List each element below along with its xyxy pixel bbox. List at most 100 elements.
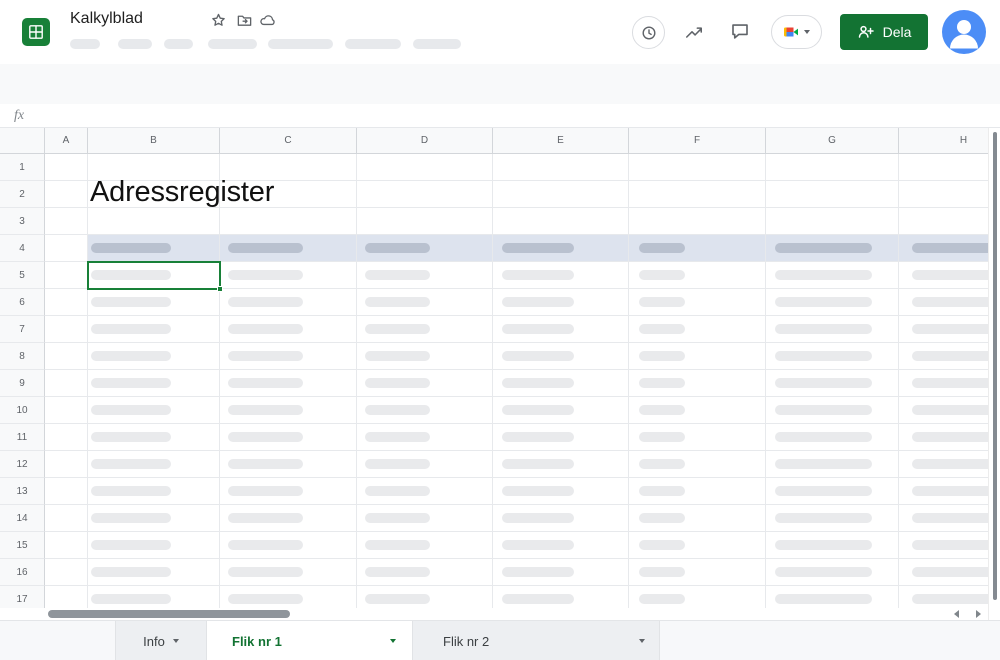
row-header-12[interactable]: 12 [0, 451, 45, 478]
cell-B7[interactable] [88, 316, 220, 343]
cell-B15[interactable] [88, 532, 220, 559]
cell-H3[interactable] [899, 208, 988, 235]
scroll-left-icon[interactable] [954, 610, 959, 618]
cell-B9[interactable] [88, 370, 220, 397]
sheets-logo-icon[interactable] [22, 18, 50, 46]
column-header-G[interactable]: G [766, 128, 899, 154]
vertical-scrollbar-thumb[interactable] [993, 132, 997, 600]
cell-F10[interactable] [629, 397, 766, 424]
cell-H1[interactable] [899, 154, 988, 181]
column-header-D[interactable]: D [357, 128, 493, 154]
cell-A16[interactable] [45, 559, 88, 586]
column-header-F[interactable]: F [629, 128, 766, 154]
cell-D8[interactable] [357, 343, 493, 370]
cell-C4[interactable] [220, 235, 357, 262]
share-button[interactable]: Dela [840, 14, 928, 50]
row-header-6[interactable]: 6 [0, 289, 45, 316]
select-all-corner[interactable] [0, 128, 45, 154]
cell-E13[interactable] [493, 478, 629, 505]
menu-item-placeholder[interactable] [164, 39, 193, 49]
row-header-5[interactable]: 5 [0, 262, 45, 289]
cell-D2[interactable] [357, 181, 493, 208]
menu-item-placeholder[interactable] [118, 39, 152, 49]
cell-A6[interactable] [45, 289, 88, 316]
menu-item-placeholder[interactable] [70, 39, 100, 49]
meet-dropdown-icon[interactable] [804, 30, 810, 34]
cell-C15[interactable] [220, 532, 357, 559]
cell-G16[interactable] [766, 559, 899, 586]
cell-E8[interactable] [493, 343, 629, 370]
cell-D6[interactable] [357, 289, 493, 316]
cell-E9[interactable] [493, 370, 629, 397]
cell-G2[interactable] [766, 181, 899, 208]
move-folder-icon[interactable] [236, 12, 253, 29]
cell-G7[interactable] [766, 316, 899, 343]
cell-D17[interactable] [357, 586, 493, 608]
cell-B4[interactable] [88, 235, 220, 262]
cell-D1[interactable] [357, 154, 493, 181]
cell-G9[interactable] [766, 370, 899, 397]
cell-D9[interactable] [357, 370, 493, 397]
column-header-A[interactable]: A [45, 128, 88, 154]
cell-H11[interactable] [899, 424, 988, 451]
cell-A9[interactable] [45, 370, 88, 397]
cell-G14[interactable] [766, 505, 899, 532]
column-header-E[interactable]: E [493, 128, 629, 154]
cell-G4[interactable] [766, 235, 899, 262]
cell-H7[interactable] [899, 316, 988, 343]
sheet-tab-info[interactable]: Info [115, 621, 207, 660]
row-header-2[interactable]: 2 [0, 181, 45, 208]
cell-A2[interactable] [45, 181, 88, 208]
cell-C9[interactable] [220, 370, 357, 397]
cell-F5[interactable] [629, 262, 766, 289]
cell-D10[interactable] [357, 397, 493, 424]
row-header-13[interactable]: 13 [0, 478, 45, 505]
cell-A1[interactable] [45, 154, 88, 181]
cell-H14[interactable] [899, 505, 988, 532]
row-header-9[interactable]: 9 [0, 370, 45, 397]
cell-D5[interactable] [357, 262, 493, 289]
cell-G8[interactable] [766, 343, 899, 370]
cell-C6[interactable] [220, 289, 357, 316]
cell-E1[interactable] [493, 154, 629, 181]
fill-handle[interactable] [217, 286, 223, 292]
cell-E11[interactable] [493, 424, 629, 451]
cell-A15[interactable] [45, 532, 88, 559]
tab-2-dropdown-icon[interactable] [639, 639, 645, 643]
cell-H4[interactable] [899, 235, 988, 262]
cell-C10[interactable] [220, 397, 357, 424]
cell-D7[interactable] [357, 316, 493, 343]
row-header-1[interactable]: 1 [0, 154, 45, 181]
version-history-icon[interactable] [632, 16, 665, 49]
cell-H17[interactable] [899, 586, 988, 608]
cell-B12[interactable] [88, 451, 220, 478]
cell-F6[interactable] [629, 289, 766, 316]
cell-D14[interactable] [357, 505, 493, 532]
cell-G11[interactable] [766, 424, 899, 451]
cell-C16[interactable] [220, 559, 357, 586]
cell-G1[interactable] [766, 154, 899, 181]
cell-G17[interactable] [766, 586, 899, 608]
cell-H13[interactable] [899, 478, 988, 505]
cell-C5[interactable] [220, 262, 357, 289]
cell-F8[interactable] [629, 343, 766, 370]
cell-E17[interactable] [493, 586, 629, 608]
menu-item-placeholder[interactable] [413, 39, 461, 49]
cell-F12[interactable] [629, 451, 766, 478]
cell-A13[interactable] [45, 478, 88, 505]
cell-G3[interactable] [766, 208, 899, 235]
cell-A12[interactable] [45, 451, 88, 478]
row-header-7[interactable]: 7 [0, 316, 45, 343]
cell-D15[interactable] [357, 532, 493, 559]
sheet-tab-2[interactable]: Flik nr 2 [412, 621, 660, 660]
insights-trend-icon[interactable] [682, 22, 706, 42]
cell-D16[interactable] [357, 559, 493, 586]
row-header-4[interactable]: 4 [0, 235, 45, 262]
cell-G10[interactable] [766, 397, 899, 424]
row-header-17[interactable]: 17 [0, 586, 45, 608]
cell-H2[interactable] [899, 181, 988, 208]
horizontal-scrollbar[interactable] [0, 608, 988, 620]
cell-D13[interactable] [357, 478, 493, 505]
cell-H9[interactable] [899, 370, 988, 397]
cell-C11[interactable] [220, 424, 357, 451]
